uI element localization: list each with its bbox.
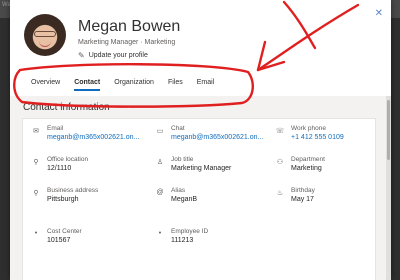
field-employee-id-label: Employee ID: [171, 228, 209, 235]
scrollbar-thumb[interactable]: [387, 100, 390, 160]
profile-subtitle: Marketing Manager · Marketing: [78, 39, 176, 46]
field-alias-label: Alias: [171, 187, 186, 194]
close-icon[interactable]: ✕: [375, 8, 383, 19]
field-email-value[interactable]: meganb@m365x002621.on...: [47, 134, 139, 141]
tab-bar: Overview Contact Organization Files Emai…: [24, 79, 221, 91]
annotation-arrow-line: [256, 3, 360, 72]
profile-name: Megan Bowen: [78, 18, 181, 35]
field-department-value: Marketing: [291, 165, 322, 172]
field-employee-id-value: 111213: [171, 237, 194, 244]
contact-section: Contact information ✉ Email meganb@m365x…: [10, 96, 391, 280]
birthday-icon: ♨: [276, 190, 284, 197]
update-profile-label: Update your profile: [88, 52, 148, 59]
tab-contact[interactable]: Contact: [67, 79, 107, 91]
update-profile-link[interactable]: ✎ Update your profile: [78, 51, 148, 60]
avatar: [24, 14, 66, 56]
scrollbar[interactable]: [386, 96, 391, 280]
field-office-value: 12/1110: [47, 165, 72, 172]
bullet-icon: •: [34, 230, 38, 237]
field-cost-center-label: Cost Center: [47, 228, 82, 235]
field-email-label: Email: [47, 125, 64, 132]
chat-icon: ▭: [156, 128, 164, 135]
field-birthday-label: Birthday: [291, 187, 315, 194]
location-icon: ⚲: [33, 190, 39, 197]
bullet-icon: •: [158, 230, 162, 237]
contact-panel: ✉ Email meganb@m365x002621.on... ▭ Chat …: [22, 118, 376, 280]
field-job-title-label: Job title: [171, 156, 194, 163]
avatar-smile: [39, 41, 51, 47]
mail-icon: ✉: [33, 128, 39, 135]
contact-title: Contact information: [23, 102, 110, 113]
profile-card: ✕ Megan Bowen Marketing Manager · Market…: [10, 0, 391, 280]
at-icon: @: [156, 189, 164, 196]
annotation-arrow-head: [256, 40, 286, 72]
field-chat-value[interactable]: meganb@m365x002621.on...: [171, 134, 263, 141]
tab-organization[interactable]: Organization: [107, 79, 161, 91]
field-cost-center-value: 101567: [47, 237, 71, 244]
field-business-address-value: Pittsburgh: [47, 196, 79, 203]
field-office-label: Office location: [47, 156, 89, 163]
tab-email[interactable]: Email: [190, 79, 222, 91]
field-chat-label: Chat: [171, 125, 185, 132]
field-work-phone-value[interactable]: +1 412 555 0109: [291, 134, 344, 141]
annotation-arrow-tail: [282, 0, 317, 50]
avatar-glasses: [34, 31, 56, 37]
field-birthday-value: May 17: [291, 196, 314, 203]
tab-overview[interactable]: Overview: [24, 79, 67, 91]
field-business-address-label: Business address: [47, 187, 99, 194]
department-icon: ⚇: [276, 159, 284, 166]
phone-icon: ☏: [275, 128, 285, 135]
person-icon: ♙: [156, 159, 164, 166]
location-icon: ⚲: [33, 159, 39, 166]
field-alias-value: MeganB: [171, 196, 198, 203]
field-job-title-value: Marketing Manager: [171, 165, 232, 172]
field-department-label: Department: [291, 156, 325, 163]
pencil-icon: ✎: [78, 51, 85, 60]
tab-files[interactable]: Files: [161, 79, 190, 91]
field-work-phone-label: Work phone: [291, 125, 326, 132]
background-left: [0, 18, 10, 280]
